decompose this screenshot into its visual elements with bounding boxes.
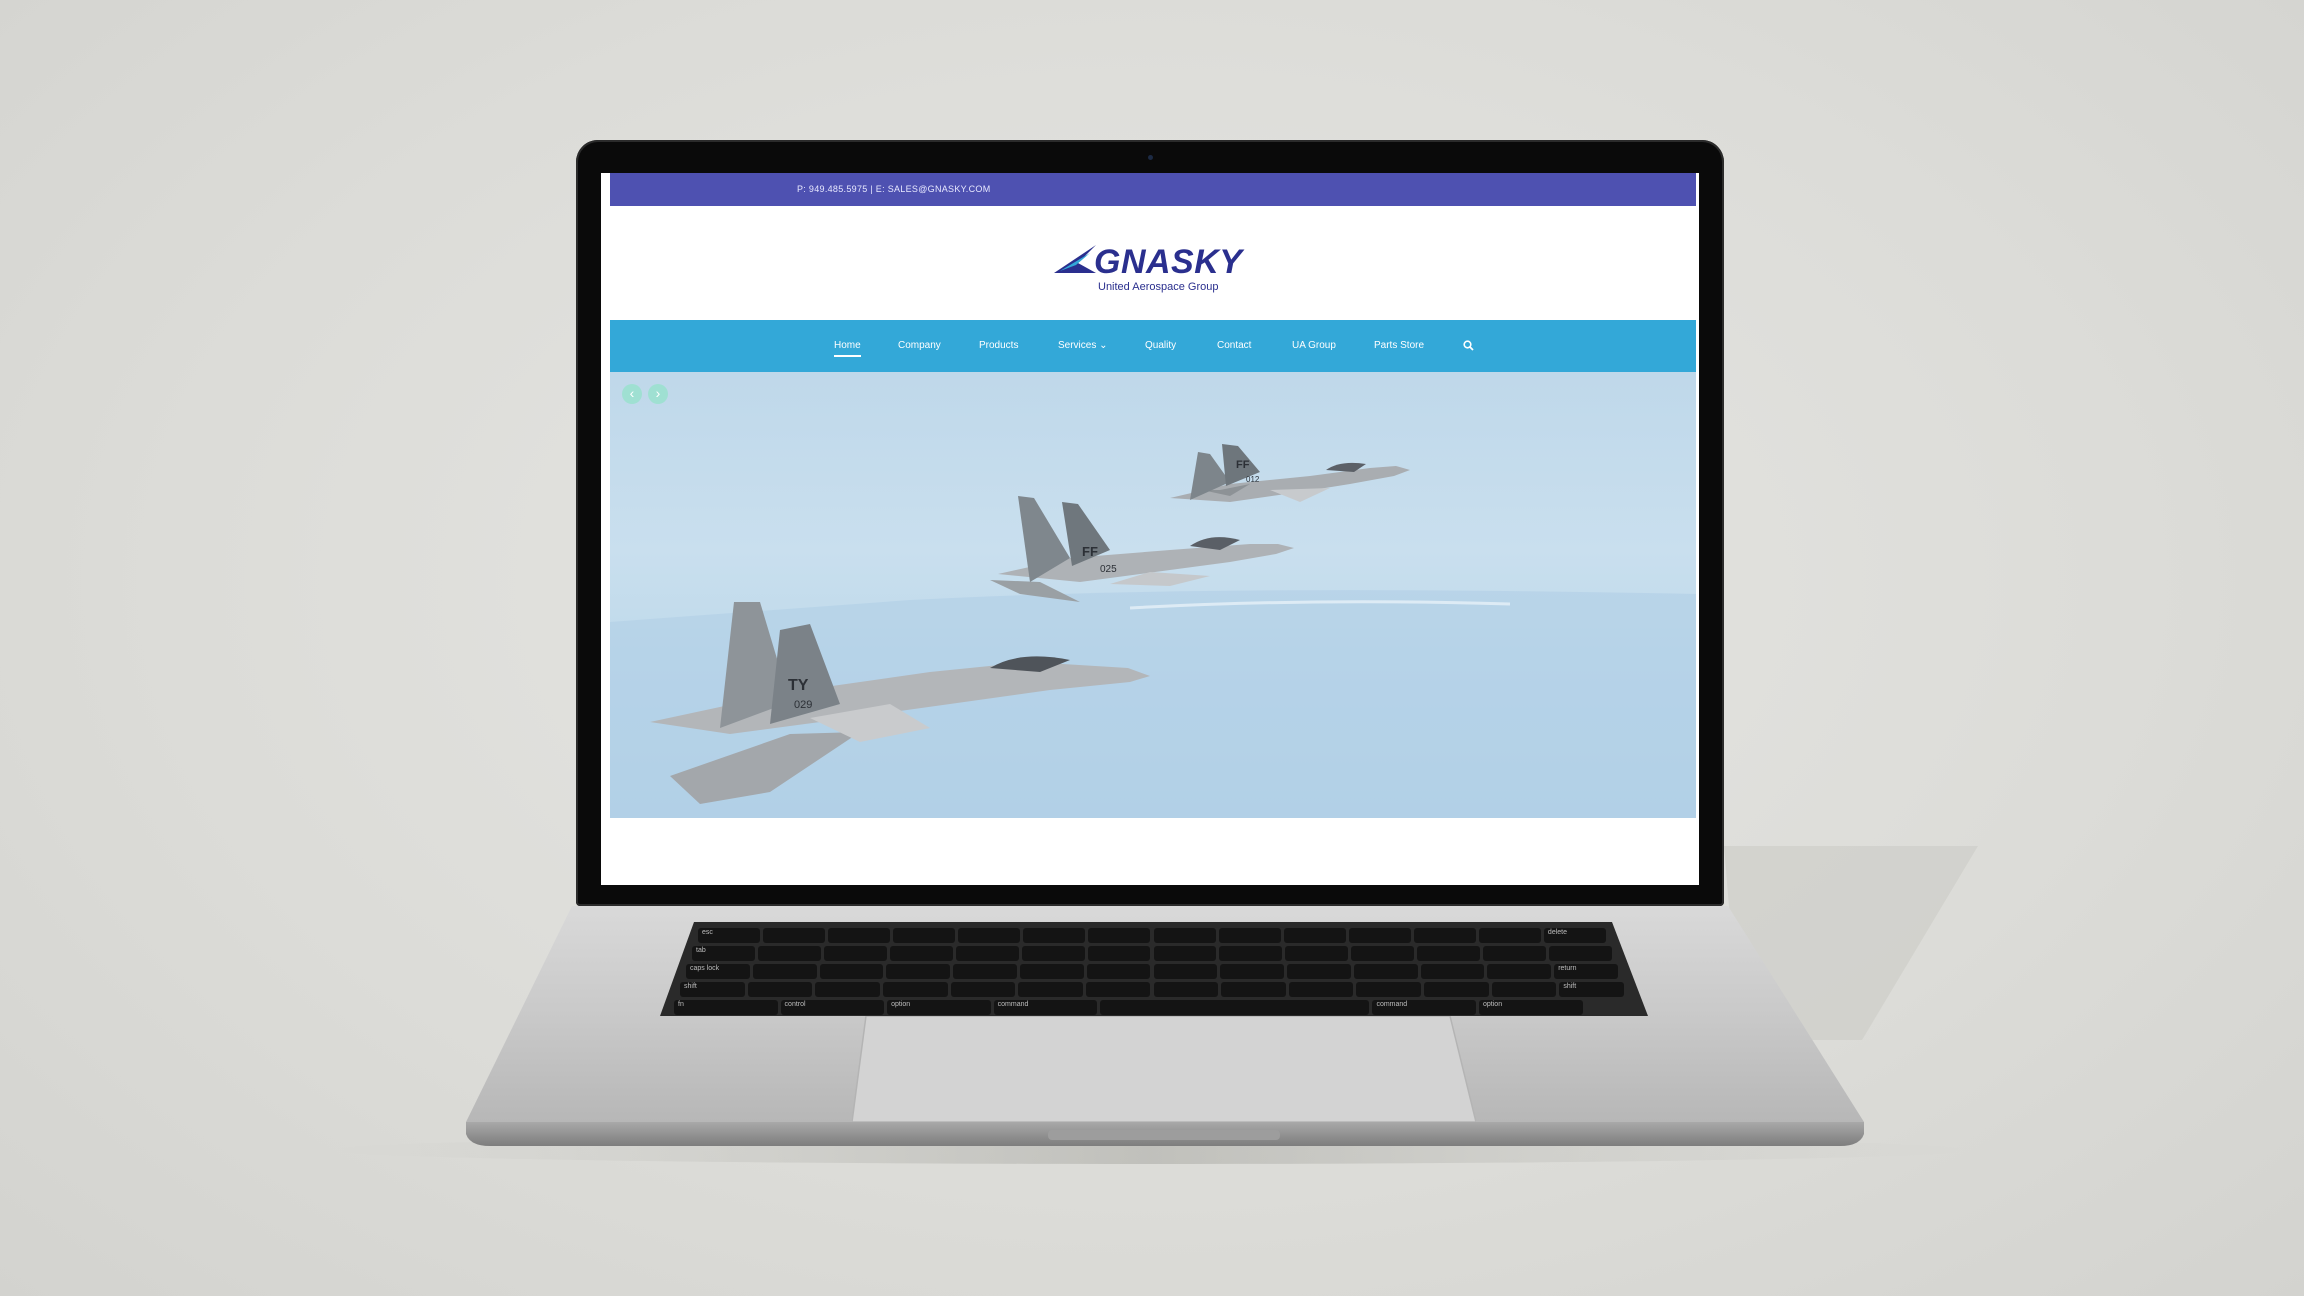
keyboard-key — [752, 964, 817, 979]
keyboard-key — [1487, 964, 1552, 979]
keyboard-key — [1351, 946, 1415, 961]
keyboard-key: return — [1554, 964, 1618, 979]
keyboard-key — [828, 928, 891, 943]
keyboard-key — [1420, 964, 1485, 979]
keyboard-key: shift — [680, 982, 745, 997]
keyboard-key — [1018, 982, 1083, 997]
slider-prev-button[interactable]: ‹ — [622, 384, 642, 404]
site-header: GNASKY United Aerospace Group — [610, 206, 1696, 320]
keyboard-key — [958, 928, 1021, 943]
keyboard-key: command — [993, 1000, 1098, 1015]
keyboard-key: option — [887, 1000, 991, 1015]
screen: P: 949.485.5975 | E: SALES@GNASKY.COM GN… — [601, 173, 1699, 885]
keyboard-key — [1285, 946, 1349, 961]
keyboard-key — [1021, 946, 1085, 961]
nav-item-home[interactable]: Home — [834, 340, 861, 357]
keyboard-key — [950, 982, 1016, 997]
brand-name: GNASKY — [1094, 243, 1243, 281]
keyboard-key: control — [780, 1000, 885, 1015]
website: P: 949.485.5975 | E: SALES@GNASKY.COM GN… — [610, 173, 1696, 818]
search-icon[interactable] — [1463, 340, 1474, 351]
keyboard-key — [1219, 946, 1283, 961]
keyboard-key — [886, 964, 951, 979]
middle-jet-number: 025 — [1100, 564, 1117, 575]
keyboard-key — [815, 982, 880, 997]
keyboard-key — [1153, 982, 1219, 997]
keyboard-key — [823, 946, 887, 961]
hero-slider[interactable]: FF 012 FF 025 TY 029 ‹ › — [610, 372, 1696, 818]
keyboard-key — [1283, 928, 1346, 943]
nav-item-quality[interactable]: Quality — [1145, 340, 1176, 351]
keyboard-key — [1549, 946, 1612, 961]
front-jet-code: TY — [788, 677, 809, 694]
middle-jet-code: FF — [1082, 544, 1098, 559]
slider-next-button[interactable]: › — [648, 384, 668, 404]
keyboard-key — [1088, 928, 1151, 943]
keyboard-key — [889, 946, 953, 961]
keyboard-key: shift — [1559, 982, 1624, 997]
keyboard-key — [1220, 964, 1285, 979]
keyboard-key — [1218, 928, 1281, 943]
keyboard-key — [882, 982, 948, 997]
keyboard: esc delete tab caps lock return shift shift fn c… — [668, 920, 1636, 1016]
contact-info[interactable]: P: 949.485.5975 | E: SALES@GNASKY.COM — [797, 184, 991, 194]
keyboard-key: command — [1372, 1000, 1476, 1015]
jet-middle: FF 025 — [990, 496, 1294, 602]
logo[interactable]: GNASKY United Aerospace Group — [1052, 243, 1252, 303]
front-jet-number: 029 — [794, 699, 812, 711]
touchpad — [852, 1016, 1476, 1122]
keyboard-key — [893, 928, 956, 943]
hero-image: FF 012 FF 025 TY 029 — [610, 444, 1696, 818]
nav-item-ua-group[interactable]: UA Group — [1292, 340, 1336, 351]
keyboard-key — [1287, 964, 1351, 979]
nav-item-products[interactable]: Products — [979, 340, 1018, 351]
keyboard-key — [1153, 964, 1218, 979]
laptop-mockup: esc delete tab caps lock return shift shift fn c… — [0, 0, 2304, 1296]
screen-bezel: P: 949.485.5975 | E: SALES@GNASKY.COM GN… — [576, 140, 1724, 906]
keyboard-key — [757, 946, 821, 961]
keyboard-key — [1353, 964, 1418, 979]
keyboard-key — [1086, 964, 1151, 979]
rear-jet-number: 012 — [1246, 475, 1260, 484]
contact-bar: P: 949.485.5975 | E: SALES@GNASKY.COM — [610, 173, 1696, 206]
rear-jet-code: FF — [1236, 459, 1250, 471]
keyboard-key: esc — [698, 928, 761, 943]
nav-item-contact[interactable]: Contact — [1217, 340, 1251, 351]
keyboard-key — [819, 964, 884, 979]
jet-rear: FF 012 — [1170, 444, 1410, 502]
camera-icon — [1148, 155, 1153, 160]
keyboard-key — [1483, 946, 1547, 961]
keyboard-key — [1087, 946, 1151, 961]
main-nav: Home Company Products Services ⌄ Quality… — [610, 320, 1696, 372]
keyboard-key — [953, 964, 1017, 979]
keyboard-key: option — [1479, 1000, 1583, 1015]
keyboard-key — [1424, 982, 1489, 997]
brand-tagline: United Aerospace Group — [1098, 281, 1219, 293]
keyboard-key — [1491, 982, 1557, 997]
nav-item-parts-store[interactable]: Parts Store — [1374, 340, 1424, 351]
keyboard-key — [1023, 928, 1086, 943]
nav-item-company[interactable]: Company — [898, 340, 941, 351]
keyboard-key — [1348, 928, 1411, 943]
keyboard-key — [1417, 946, 1481, 961]
keyboard-key — [1478, 928, 1541, 943]
nav-item-services[interactable]: Services ⌄ — [1058, 340, 1108, 351]
keyboard-key — [1356, 982, 1422, 997]
keyboard-key — [1288, 982, 1354, 997]
keyboard-key: fn — [674, 1000, 778, 1015]
keyboard-key — [955, 946, 1019, 961]
logo-wing-icon — [1054, 245, 1096, 273]
keyboard-key — [747, 982, 813, 997]
keyboard-key — [1413, 928, 1476, 943]
keyboard-key — [1153, 946, 1217, 961]
keyboard-key — [763, 928, 826, 943]
keyboard-key — [1100, 1000, 1370, 1015]
keyboard-key — [1085, 982, 1151, 997]
keyboard-key — [1153, 928, 1216, 943]
keyboard-key: caps lock — [686, 964, 750, 979]
keyboard-key — [1019, 964, 1084, 979]
keyboard-key: tab — [692, 946, 755, 961]
keyboard-key: delete — [1543, 928, 1606, 943]
keyboard-key — [1221, 982, 1286, 997]
